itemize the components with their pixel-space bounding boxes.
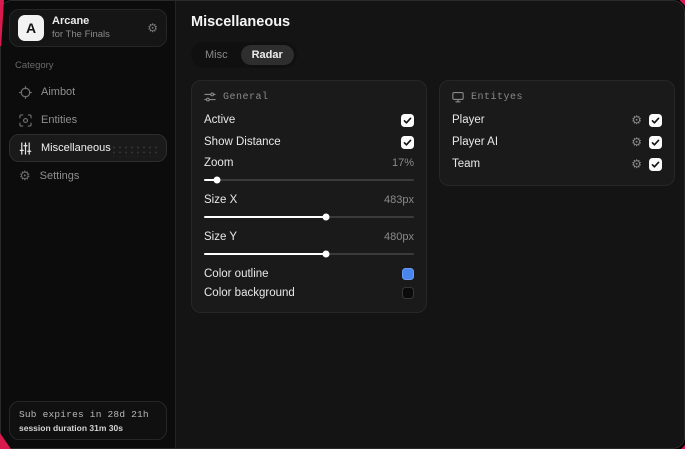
entities-panel: Entityes Player ⚙ Player AI ⚙ Team ⚙ [439,80,675,186]
check-icon [403,117,412,124]
setting-label: Show Distance [204,136,281,148]
size-x-value: 483px [384,194,414,206]
entity-row-player: Player ⚙ [452,109,662,131]
entity-label: Player AI [452,136,499,148]
sidebar-item-label: Aimbot [41,86,76,98]
sub-expires-text: Sub expires in 28d 21h [19,409,149,420]
category-label: Category [15,60,54,71]
active-item-dots-decoration [111,145,159,157]
check-icon [651,161,660,168]
setting-row-color-background: Color background [204,283,414,302]
sidebar-item-label: Entities [41,114,78,126]
entities-panel-header: Entityes [452,91,662,103]
app-logo: A [18,15,44,41]
size-x-slider[interactable] [204,213,414,221]
size-x-slider-thumb[interactable] [322,213,330,221]
brand-card: A Arcane for The Finals ⚙ [9,9,167,47]
player-ai-checkbox[interactable] [649,135,662,149]
check-icon [651,139,660,146]
zoom-slider-thumb[interactable] [213,176,221,184]
sidebar-item-label: Settings [39,170,80,182]
tab-misc[interactable]: Misc [194,45,239,65]
size-y-slider[interactable] [204,250,414,258]
slider-fill [204,216,326,218]
session-duration-text: session duration 31m 30s [19,423,123,433]
slider-fill [204,253,326,255]
setting-row-size-y: Size Y 480px [204,227,414,264]
subscription-card: Sub expires in 28d 21h session duration … [9,401,167,440]
setting-row-zoom: Zoom 17% [204,153,414,190]
scan-icon [19,113,32,127]
setting-label: Color outline [204,267,269,280]
general-panel-header: General [204,91,414,103]
sliders-horizontal-icon [204,91,216,103]
sidebar-item-entities[interactable]: Entities [9,106,167,134]
zoom-slider[interactable] [204,176,414,184]
brand-text: Arcane for The Finals [52,15,110,41]
tab-radar[interactable]: Radar [240,45,294,65]
entity-row-team: Team ⚙ [452,153,662,175]
brand-subtitle: for The Finals [52,28,110,40]
gear-icon[interactable]: ⚙ [631,158,642,170]
player-checkbox[interactable] [649,113,662,127]
sidebar-item-aimbot[interactable]: Aimbot [9,78,167,106]
main-content: Miscellaneous Misc Radar General Active … [176,1,684,448]
setting-label: Color background [204,286,295,299]
entity-row-player-ai: Player AI ⚙ [452,131,662,153]
zoom-value: 17% [391,157,414,169]
brand-name: Arcane [52,15,90,28]
show-distance-checkbox[interactable] [401,135,414,149]
sliders-icon [19,141,32,155]
check-icon [651,117,660,124]
panels-row: General Active Show Distance Zoom 17% Si… [191,80,675,313]
color-background-swatch[interactable] [402,286,414,299]
sidebar-item-settings[interactable]: ⚙ Settings [9,162,167,190]
tab-bar: Misc Radar [191,42,297,68]
setting-label: Active [204,114,236,126]
sidebar: A Arcane for The Finals ⚙ Category Aimbo… [1,1,176,448]
general-panel-title: General [223,91,269,103]
check-icon [403,139,412,146]
monitor-icon [452,91,464,103]
entity-label: Player [452,114,485,126]
entities-panel-title: Entityes [471,91,524,103]
setting-label: Size Y [204,231,238,243]
gear-icon[interactable]: ⚙ [631,114,642,126]
size-y-slider-thumb[interactable] [322,250,330,258]
page-title: Miscellaneous [191,14,291,30]
setting-row-active: Active [204,109,414,131]
color-outline-swatch[interactable] [402,267,414,280]
entity-label: Team [452,158,481,170]
active-checkbox[interactable] [401,113,414,127]
sidebar-nav: Aimbot Entities Miscellaneous ⚙ Settings [9,78,167,190]
sidebar-item-miscellaneous[interactable]: Miscellaneous [9,134,167,162]
crosshair-icon [19,85,32,99]
setting-row-show-distance: Show Distance [204,131,414,153]
setting-label: Size X [204,194,238,206]
gear-icon[interactable]: ⚙ [631,136,642,148]
team-checkbox[interactable] [649,157,662,171]
gear-icon[interactable]: ⚙ [147,22,158,34]
setting-row-color-outline: Color outline [204,264,414,283]
setting-label: Zoom [204,157,234,169]
size-y-value: 480px [384,231,414,243]
app-window: A Arcane for The Finals ⚙ Category Aimbo… [0,0,685,449]
gear-icon: ⚙ [19,168,31,183]
setting-row-size-x: Size X 483px [204,190,414,227]
sidebar-item-label: Miscellaneous [41,142,111,154]
general-panel: General Active Show Distance Zoom 17% Si… [191,80,427,313]
